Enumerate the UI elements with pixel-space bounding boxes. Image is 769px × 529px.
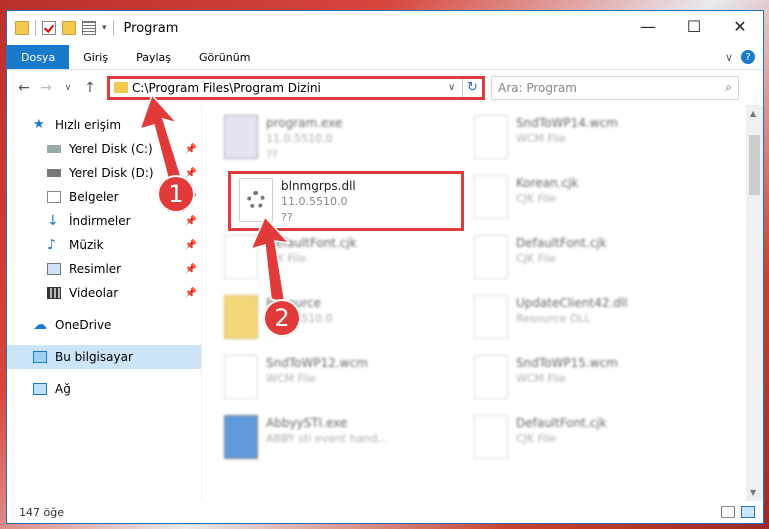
callout-badge-2: 2 — [263, 299, 301, 337]
annotation-arrows — [138, 93, 291, 305]
explorer-window: ▾ Program — ☐ ✕ Dosya Giriş Paylaş Görün… — [6, 10, 764, 524]
callout-badge-1: 1 — [157, 175, 195, 213]
arrow-2 — [249, 215, 291, 305]
